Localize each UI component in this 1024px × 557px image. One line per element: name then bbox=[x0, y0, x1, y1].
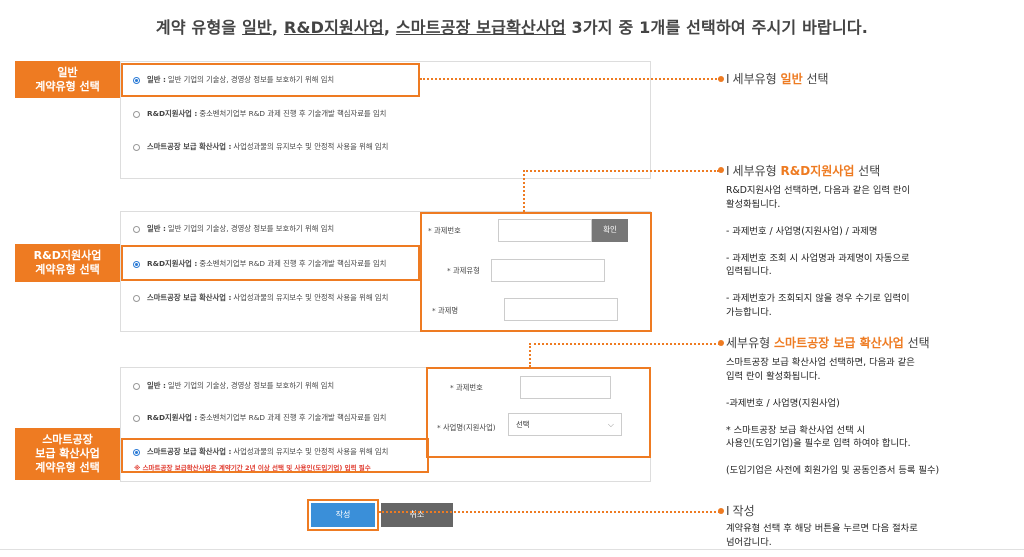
connector-write bbox=[379, 511, 720, 513]
tag-general: 일반 계약유형 선택 bbox=[15, 61, 120, 98]
annotation-write-body: 계약유형 선택 후 해당 버튼을 누르면 다음 절차로 넘어갑니다. bbox=[726, 523, 918, 548]
connector-dot bbox=[718, 508, 724, 514]
radio-icon[interactable] bbox=[133, 382, 140, 390]
tag-rnd: R&D지원사업 계약유형 선택 bbox=[15, 244, 120, 282]
chevron-down-icon: ⌵ bbox=[607, 420, 614, 429]
radio-icon[interactable] bbox=[133, 294, 140, 302]
connector-dot bbox=[718, 167, 724, 173]
page-title: 계약 유형을 일반, R&D지원사업, 스마트공장 보급확산사업 3가지 중 1… bbox=[155, 18, 869, 37]
project-no-input[interactable] bbox=[498, 219, 592, 242]
title-type-rnd: R&D지원사업 bbox=[283, 18, 384, 37]
title-type-general: 일반 bbox=[242, 18, 272, 37]
highlight-smart-option bbox=[121, 438, 429, 473]
radio-option-general[interactable]: 일반 : 일반 기업의 기술상, 경영상 정보를 보호하기 위해 임치 bbox=[133, 224, 334, 234]
connector-general bbox=[420, 78, 720, 80]
radio-icon[interactable] bbox=[133, 225, 140, 233]
label-project-no: * 과제번호 bbox=[450, 383, 483, 392]
annotation-write-heading: I 작성 bbox=[726, 504, 755, 518]
radio-option-smart[interactable]: 스마트공장 보급 확산사업 : 사업성과물의 유지보수 및 안정적 사용을 위해 … bbox=[133, 293, 388, 303]
annotation-rnd-body: R&D지원사업 선택하면, 다음과 같은 입력 란이 활성화됩니다. - 과제번… bbox=[726, 185, 911, 318]
label-project-no: * 과제번호 bbox=[428, 226, 461, 235]
tag-smart: 스마트공장 보급 확산사업 계약유형 선택 bbox=[15, 428, 120, 480]
highlight-general-option bbox=[121, 63, 420, 97]
project-type-input[interactable] bbox=[491, 259, 605, 282]
radio-icon[interactable] bbox=[133, 110, 140, 118]
annotation-smart-body: 스마트공장 보급 확산사업 선택하면, 다음과 같은 입력 란이 활성화됩니다.… bbox=[726, 357, 940, 476]
label-project-name: * 과제명 bbox=[432, 306, 459, 315]
divider bbox=[0, 549, 1024, 550]
confirm-button[interactable]: 확인 bbox=[592, 219, 628, 242]
connector-dot bbox=[718, 76, 724, 82]
radio-icon[interactable] bbox=[133, 143, 140, 151]
radio-option-smart[interactable]: 스마트공장 보급 확산사업 : 사업성과물의 유지보수 및 안정적 사용을 위해 … bbox=[133, 142, 388, 152]
project-name-input[interactable] bbox=[504, 298, 618, 321]
annotation-smart-heading: 세부유형 스마트공장 보급 확산사업 선택 bbox=[726, 336, 930, 350]
radio-icon[interactable] bbox=[133, 414, 140, 422]
highlight-rnd-option bbox=[121, 245, 420, 281]
connector-smart-vertical bbox=[529, 343, 531, 367]
connector-rnd bbox=[523, 170, 719, 172]
radio-option-rnd[interactable]: R&D지원사업 : 중소벤처기업부 R&D 과제 진행 후 기술개발 핵심자료를 … bbox=[133, 413, 386, 423]
radio-option-general[interactable]: 일반 : 일반 기업의 기술상, 경영상 정보를 보호하기 위해 임치 bbox=[133, 381, 334, 391]
connector-dot bbox=[718, 340, 724, 346]
annotation-rnd-heading: I 세부유형 R&D지원사업 선택 bbox=[726, 164, 881, 178]
cancel-button[interactable]: 취소 bbox=[381, 503, 453, 527]
label-business-name: * 사업명(지원사업) bbox=[437, 423, 496, 432]
connector-rnd-vertical bbox=[523, 170, 525, 212]
label-project-type: * 과제유형 bbox=[447, 266, 480, 275]
smart-project-no-input[interactable] bbox=[520, 376, 611, 399]
title-type-smart: 스마트공장 보급확산사업 bbox=[395, 18, 566, 37]
business-select[interactable]: 선택 ⌵ bbox=[508, 413, 622, 436]
write-button[interactable]: 작성 bbox=[311, 503, 375, 527]
radio-option-rnd[interactable]: R&D지원사업 : 중소벤처기업부 R&D 과제 진행 후 기술개발 핵심자료를 … bbox=[133, 109, 386, 119]
connector-smart bbox=[529, 343, 720, 345]
annotation-general-heading: I 세부유형 일반 선택 bbox=[726, 72, 829, 86]
